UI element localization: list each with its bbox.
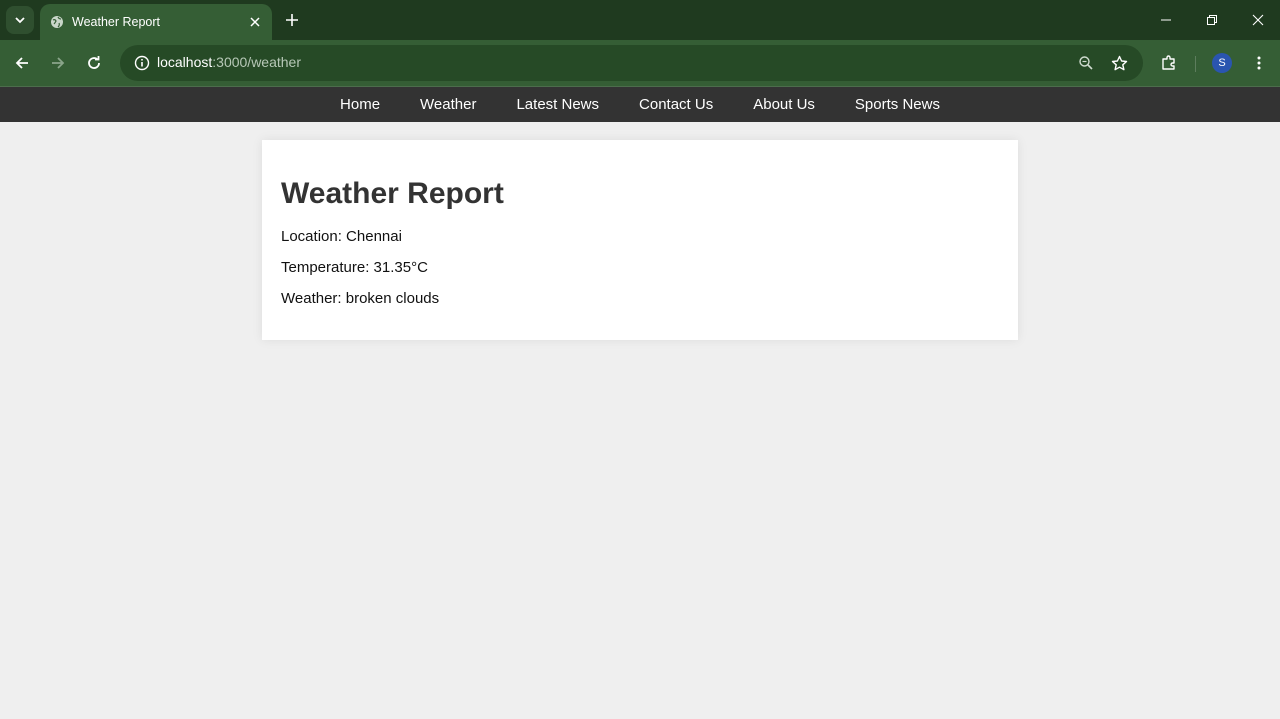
- minimize-button[interactable]: [1143, 0, 1189, 40]
- nav-link-contact-us[interactable]: Contact Us: [619, 96, 733, 113]
- more-vertical-icon: [1257, 56, 1261, 70]
- puzzle-icon: [1162, 55, 1175, 70]
- nav-link-latest-news[interactable]: Latest News: [496, 96, 619, 113]
- forward-button[interactable]: [44, 49, 72, 77]
- weather-condition-text: Weather: broken clouds: [281, 290, 440, 307]
- url-text[interactable]: localhost:3000/weather: [157, 54, 301, 70]
- url-host: localhost: [157, 54, 213, 70]
- tab-strip: Weather Report: [0, 0, 1280, 40]
- nav-link-about-us[interactable]: About Us: [733, 96, 835, 113]
- tab-title: Weather Report: [72, 15, 161, 29]
- weather-report-card: Weather Report Location: Chennai Tempera…: [262, 140, 1018, 340]
- arrow-right-icon: [52, 57, 65, 69]
- browser-toolbar: localhost:3000/weather S: [0, 40, 1280, 86]
- minimize-icon: [1161, 19, 1171, 21]
- back-button[interactable]: [8, 49, 36, 77]
- profile-avatar[interactable]: S: [1212, 53, 1232, 73]
- globe-icon: [50, 15, 64, 29]
- close-tab-icon[interactable]: [246, 13, 264, 31]
- extensions-button[interactable]: [1155, 49, 1183, 77]
- nav-link-sports-news[interactable]: Sports News: [835, 96, 960, 113]
- reload-icon: [88, 56, 100, 69]
- toolbar-divider: [1195, 56, 1196, 72]
- nav-link-weather[interactable]: Weather: [400, 96, 496, 113]
- site-navbar: Home Weather Latest News Contact Us Abou…: [0, 87, 1280, 122]
- restore-icon: [1207, 15, 1217, 25]
- new-tab-button[interactable]: [280, 8, 304, 32]
- location-text: Location: Chennai: [281, 228, 402, 245]
- tab-weather-report[interactable]: Weather Report: [40, 4, 272, 40]
- plus-icon: [286, 14, 298, 26]
- arrow-left-icon: [15, 57, 28, 69]
- menu-button[interactable]: [1245, 49, 1273, 77]
- reload-button[interactable]: [80, 49, 108, 77]
- nav-link-home[interactable]: Home: [320, 96, 400, 113]
- tab-search-button[interactable]: [6, 6, 34, 34]
- close-window-button[interactable]: [1235, 0, 1280, 40]
- chevron-down-icon: [15, 17, 25, 24]
- site-info-icon[interactable]: [128, 49, 156, 77]
- temperature-text: Temperature: 31.35°C: [281, 259, 428, 276]
- address-bar[interactable]: localhost:3000/weather: [120, 45, 1143, 81]
- restore-button[interactable]: [1189, 0, 1235, 40]
- zoom-icon[interactable]: [1072, 49, 1100, 77]
- url-path: :3000/weather: [212, 54, 301, 70]
- bookmark-star-icon[interactable]: [1105, 49, 1133, 77]
- close-icon: [1252, 14, 1264, 26]
- page-title: Weather Report: [281, 177, 504, 210]
